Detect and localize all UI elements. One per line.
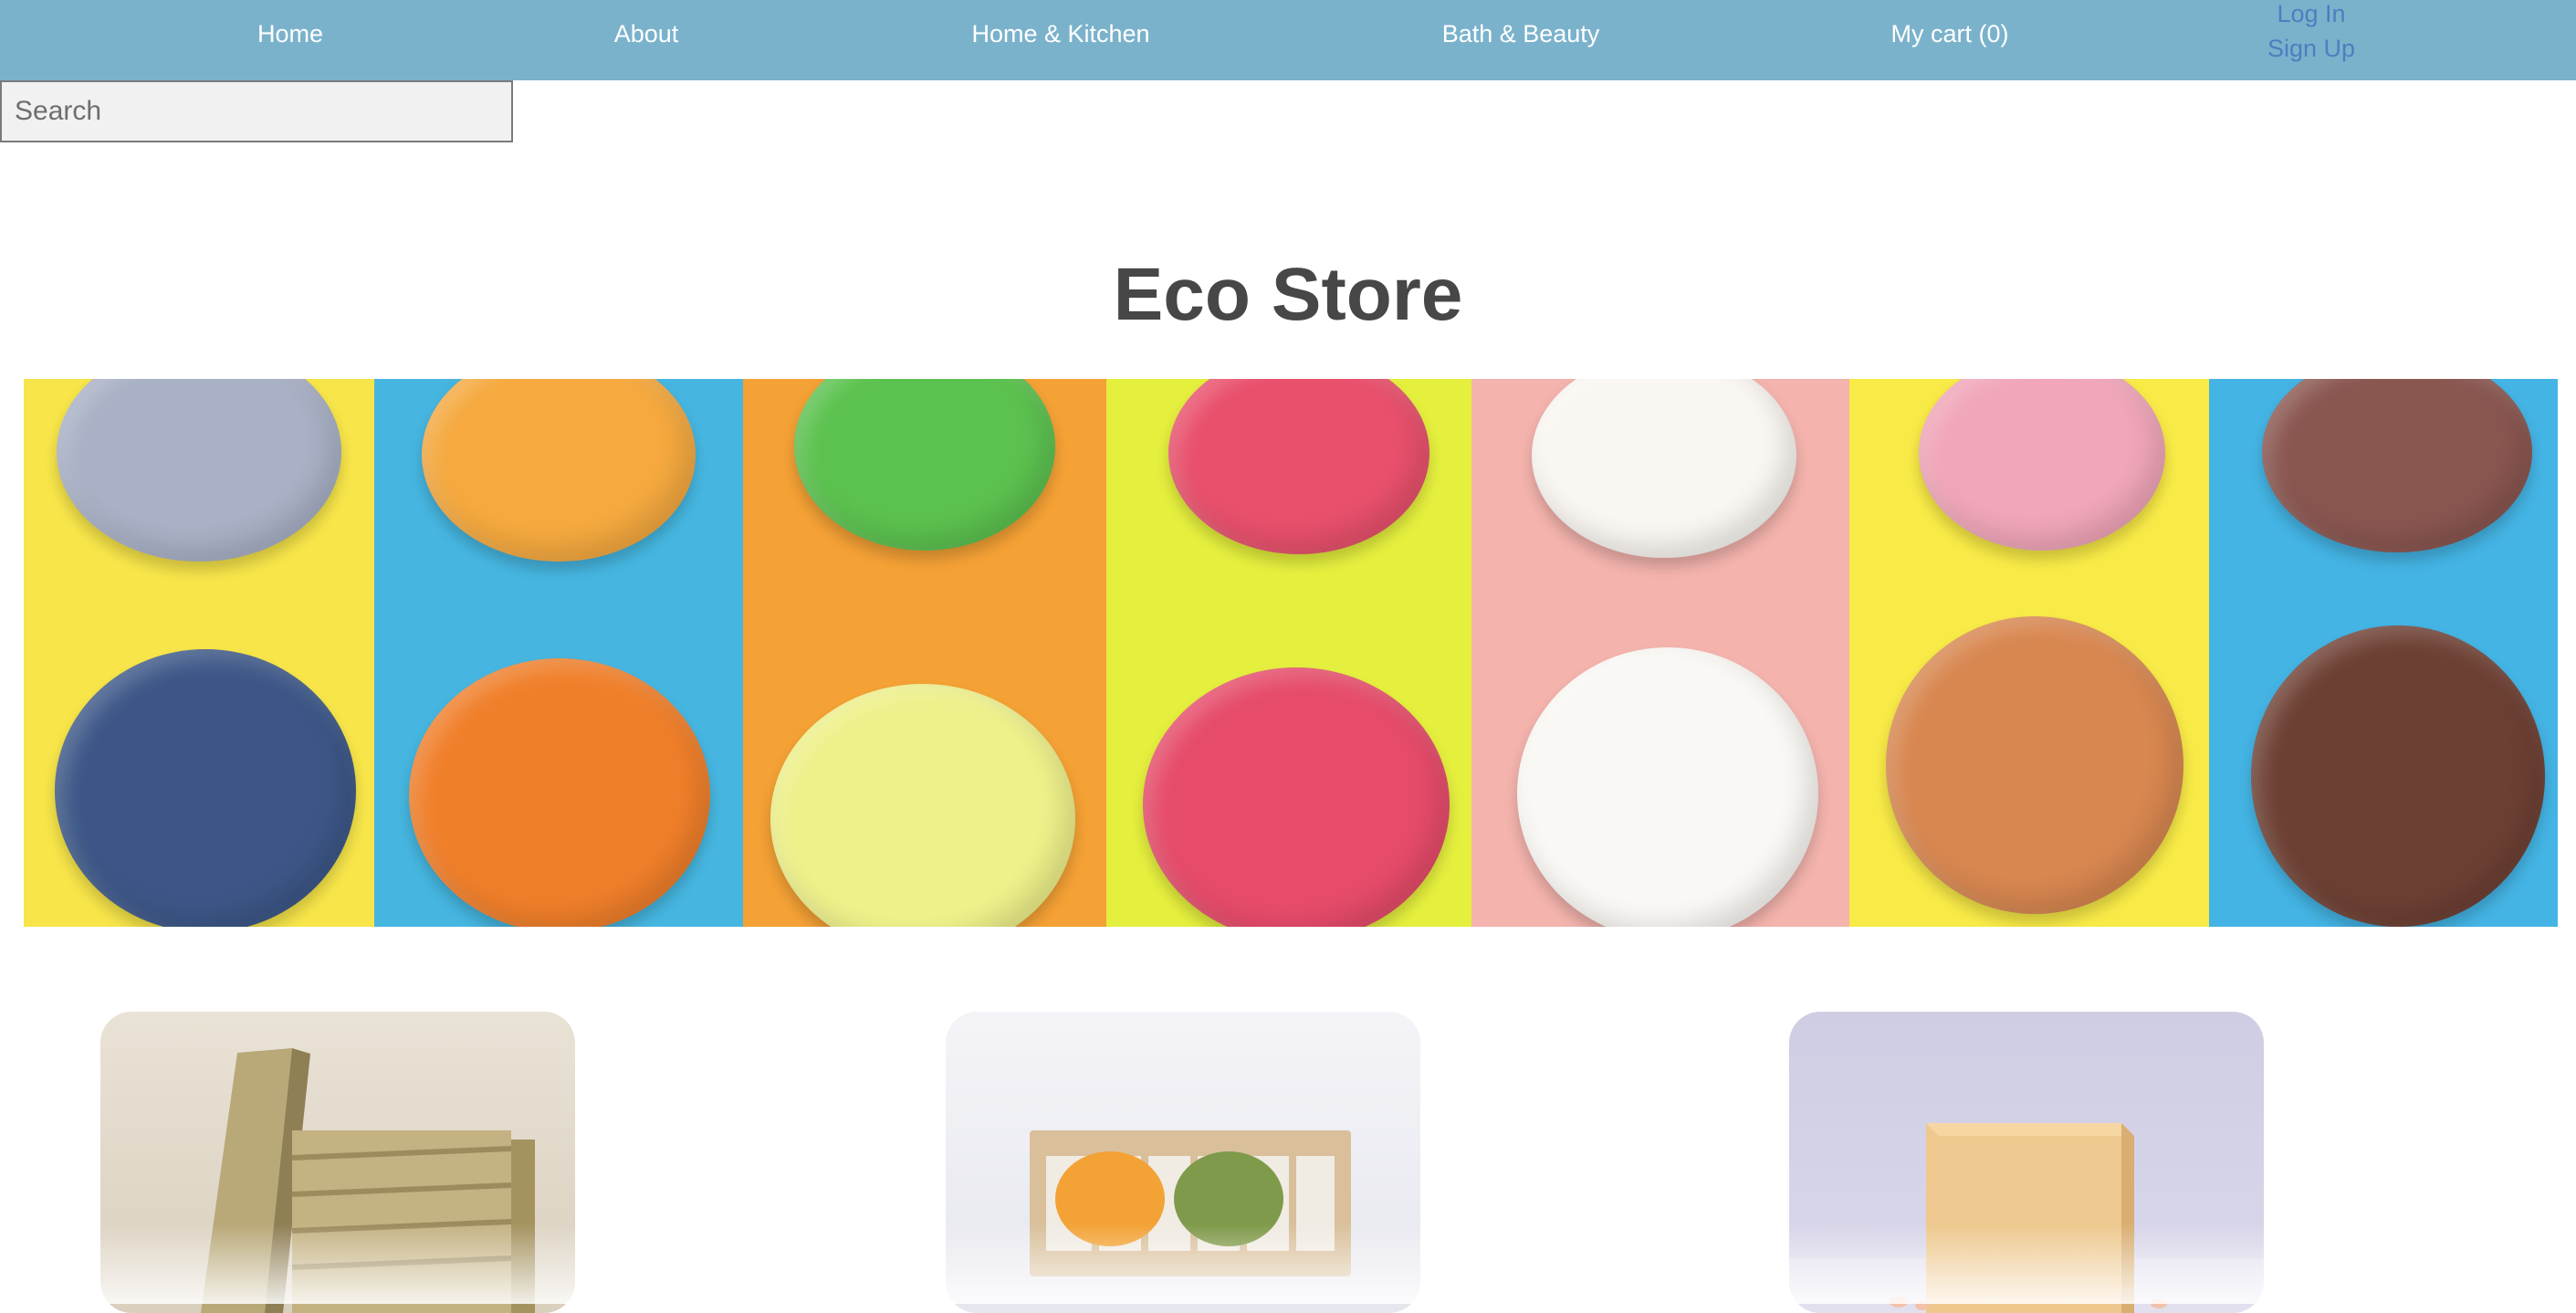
product-card-shampoo-bars-tray[interactable]	[946, 1012, 1420, 1313]
search-input[interactable]	[0, 80, 513, 142]
shampoo-bar-bottom	[1517, 647, 1818, 927]
shampoo-bar-top	[2262, 379, 2532, 552]
nav-link-bath-beauty[interactable]: Bath & Beauty	[1442, 20, 1600, 48]
shampoo-bar-bottom	[2251, 625, 2545, 927]
shampoo-bar-top	[1919, 379, 2165, 551]
shampoo-bar-bottom	[770, 684, 1075, 927]
nav-link-my-cart[interactable]: My cart (0)	[1890, 20, 2008, 48]
banner-stripe	[374, 379, 743, 927]
signup-link[interactable]: Sign Up	[2267, 31, 2355, 66]
banner-stripe	[24, 379, 374, 927]
nav-link-about[interactable]: About	[614, 20, 679, 48]
shampoo-bar-bottom	[1143, 667, 1450, 927]
shampoo-bars-tray-image	[1030, 1130, 1351, 1276]
shampoo-bar-bottom	[55, 649, 356, 927]
product-card-natural-soap-bar[interactable]	[1789, 1012, 2264, 1313]
banner-stripe	[743, 379, 1106, 927]
shampoo-bar-top	[1168, 379, 1429, 554]
banner-stripe	[1106, 379, 1471, 927]
page-title: Eco Store	[1113, 253, 1463, 336]
login-link[interactable]: Log In	[2267, 0, 2355, 31]
shampoo-bar-top	[57, 379, 341, 562]
nav-link-home-kitchen[interactable]: Home & Kitchen	[971, 20, 1149, 48]
auth-links: Log In Sign Up	[2267, 0, 2355, 66]
banner-stripe	[2209, 379, 2558, 927]
shampoo-bar-top	[794, 379, 1055, 551]
bamboo-soap-dish-image	[201, 1048, 535, 1313]
banner-stripe	[1471, 379, 1849, 927]
shampoo-bar-bottom	[409, 658, 710, 927]
product-card-bamboo-soap-dish[interactable]	[100, 1012, 575, 1313]
hero-banner-image	[24, 379, 2558, 927]
shampoo-bar-top	[422, 379, 696, 562]
shampoo-bar-top	[1532, 379, 1796, 558]
nav-link-home[interactable]: Home	[257, 20, 323, 48]
natural-soap-bar-image	[1789, 1123, 2264, 1313]
shampoo-bar-bottom	[1886, 616, 2183, 914]
banner-stripe	[1849, 379, 2209, 927]
top-navigation-bar: Home About Home & Kitchen Bath & Beauty …	[0, 0, 2576, 80]
